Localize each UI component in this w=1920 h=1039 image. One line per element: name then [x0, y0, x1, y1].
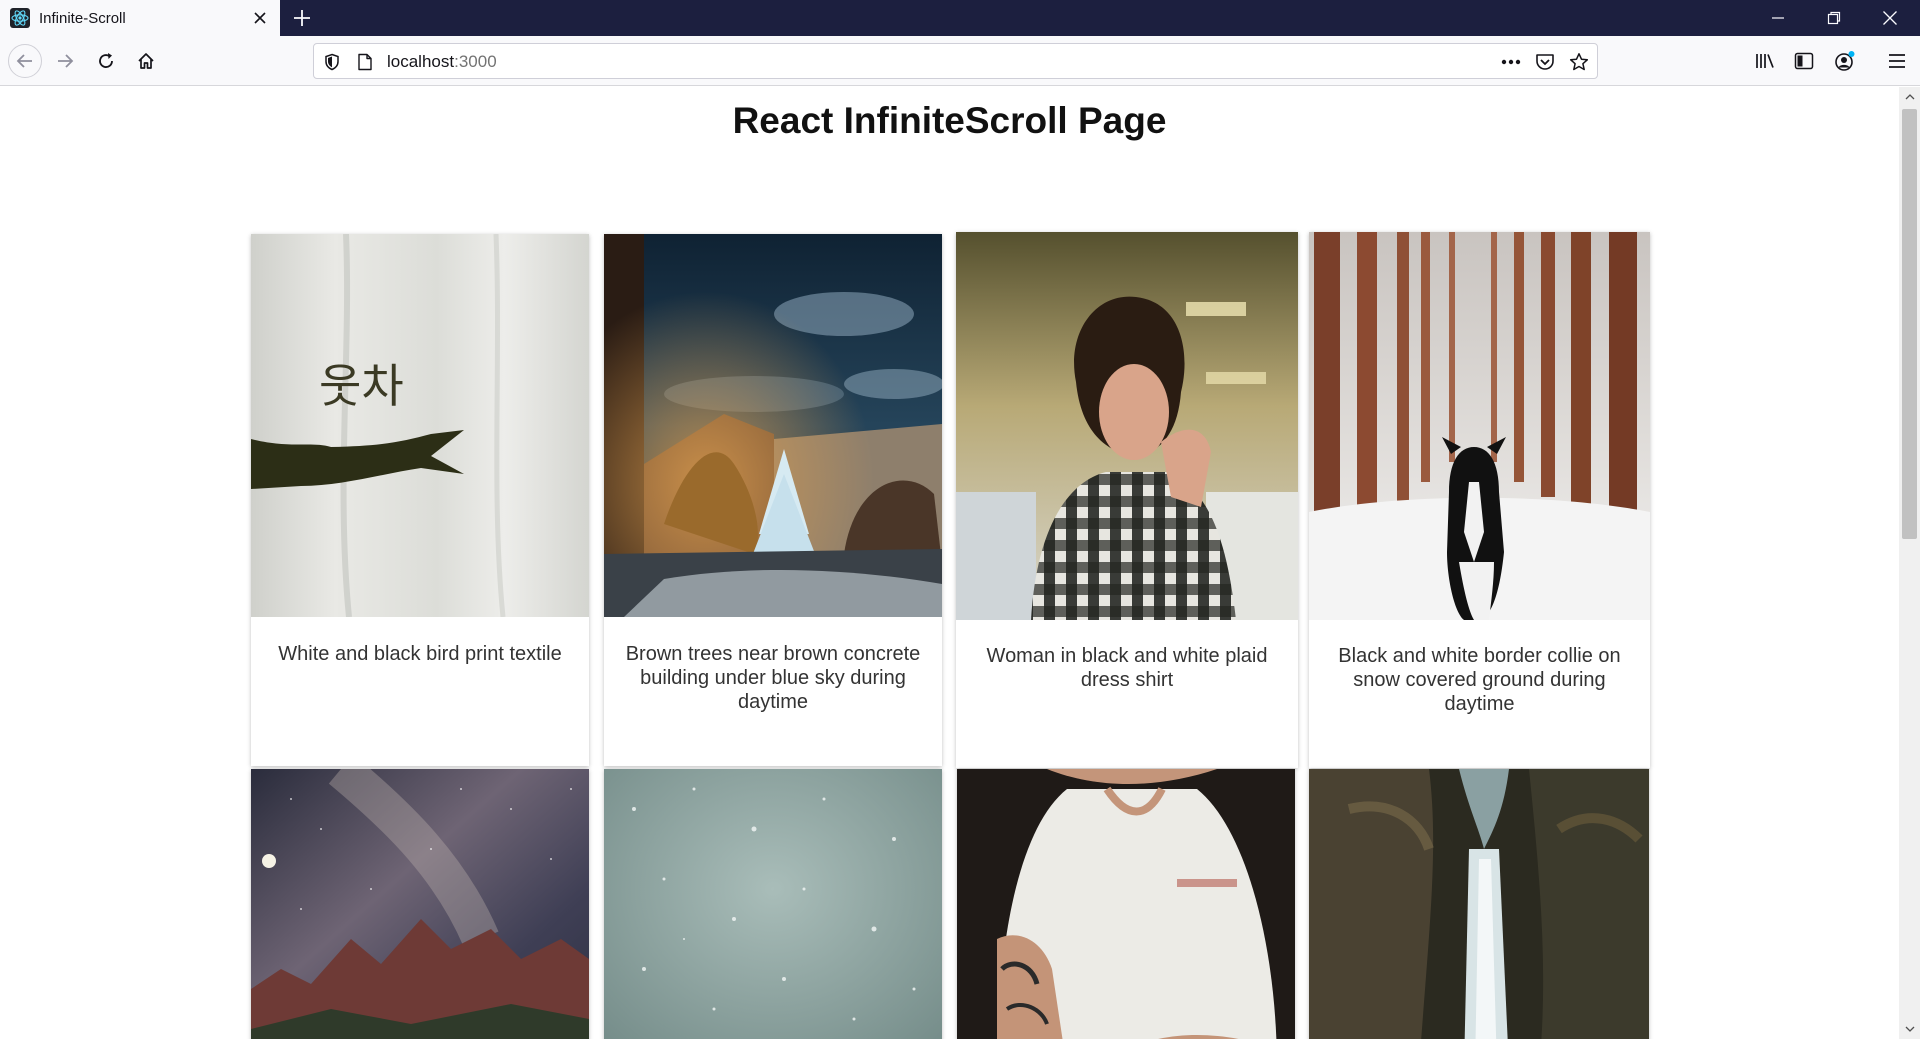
card-image	[957, 769, 1295, 1039]
image-card[interactable]	[957, 769, 1295, 1039]
card-image: 웃차	[251, 234, 589, 617]
tracking-protection-button[interactable]	[319, 49, 345, 75]
hamburger-menu-icon	[1889, 54, 1905, 68]
image-card[interactable]: 웃차 White and black bird print textile	[251, 234, 589, 766]
tab-infinite-scroll[interactable]: Infinite-Scroll	[0, 0, 280, 36]
url-bar[interactable]: localhost:3000	[313, 43, 1598, 79]
library-button[interactable]	[1748, 44, 1782, 78]
page-content: React InfiniteScroll Page 웃차 White and b…	[0, 87, 1899, 1039]
arrow-right-icon	[58, 54, 74, 68]
back-button[interactable]	[8, 44, 42, 78]
restore-button[interactable]	[1806, 0, 1862, 36]
reload-button[interactable]	[89, 44, 123, 78]
scroll-up-button[interactable]	[1899, 87, 1920, 107]
card-caption: White and black bird print textile	[278, 643, 562, 665]
close-icon	[254, 12, 266, 24]
chevron-up-icon	[1905, 94, 1914, 100]
reload-icon	[99, 53, 113, 68]
bookmark-button[interactable]	[1566, 49, 1592, 75]
home-button[interactable]	[129, 44, 163, 78]
page-actions-button[interactable]	[1498, 49, 1524, 75]
close-icon	[1883, 11, 1897, 25]
card-image	[1309, 769, 1649, 1039]
new-tab-button[interactable]	[288, 4, 316, 32]
image-card[interactable]	[251, 769, 589, 1039]
pocket-icon	[1536, 54, 1554, 70]
svg-text:웃차: 웃차	[319, 359, 404, 413]
card-caption: Black and white border collie on snow co…	[1338, 645, 1621, 715]
arrow-left-icon	[16, 54, 32, 68]
card-caption: Woman in black and white plaid dress shi…	[986, 645, 1268, 691]
tab-strip: Infinite-Scroll	[0, 0, 1920, 36]
image-card[interactable]: Brown trees near brown concrete building…	[604, 234, 942, 766]
card-image	[604, 234, 942, 617]
forward-button[interactable]	[48, 44, 82, 78]
image-card[interactable]	[604, 769, 942, 1039]
page-icon	[358, 53, 372, 71]
plus-icon	[294, 10, 310, 26]
card-caption: Brown trees near brown concrete building…	[625, 643, 921, 713]
image-card[interactable]	[1309, 769, 1649, 1039]
vertical-scrollbar[interactable]	[1899, 87, 1920, 1039]
navigation-toolbar: localhost:3000	[0, 36, 1920, 86]
card-image	[1309, 232, 1650, 620]
card-image	[604, 769, 942, 1039]
image-card[interactable]: Black and white border collie on snow co…	[1309, 232, 1650, 768]
account-button[interactable]	[1828, 44, 1862, 78]
tab-title: Infinite-Scroll	[39, 9, 126, 27]
card-image	[956, 232, 1298, 620]
sidebar-icon	[1794, 52, 1814, 70]
star-icon	[1569, 53, 1589, 71]
site-info-button[interactable]	[352, 49, 378, 75]
chevron-down-icon	[1905, 1026, 1914, 1032]
url-port: :3000	[454, 52, 497, 71]
card-image	[251, 769, 589, 1039]
save-to-pocket-button[interactable]	[1532, 49, 1558, 75]
restore-icon	[1827, 11, 1841, 25]
page-title: React InfiniteScroll Page	[732, 100, 1167, 141]
close-tab-button[interactable]	[246, 4, 274, 32]
library-icon	[1756, 54, 1774, 68]
app-menu-button[interactable]	[1880, 44, 1914, 78]
account-icon	[1835, 51, 1855, 71]
home-icon	[138, 53, 154, 69]
url-host: localhost	[387, 52, 455, 71]
react-atom-icon	[10, 8, 30, 28]
minimize-icon	[1772, 17, 1784, 19]
more-horizontal-icon	[1501, 59, 1521, 65]
sidebar-button[interactable]	[1787, 44, 1821, 78]
scrollbar-thumb[interactable]	[1902, 109, 1917, 539]
image-card[interactable]: Woman in black and white plaid dress shi…	[956, 232, 1298, 768]
minimize-button[interactable]	[1750, 0, 1806, 36]
scroll-down-button[interactable]	[1899, 1019, 1920, 1039]
url-text: localhost:3000	[387, 52, 497, 72]
close-window-button[interactable]	[1862, 0, 1918, 36]
shield-icon	[325, 53, 339, 71]
